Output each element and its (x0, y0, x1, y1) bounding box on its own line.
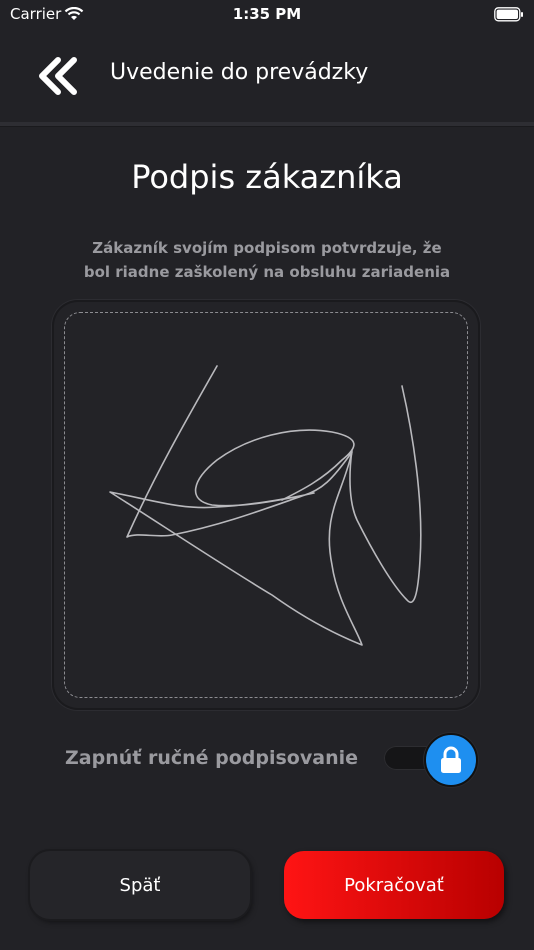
nav-bar: Uvedenie do prevádzky (0, 30, 534, 122)
lock-icon (441, 746, 461, 773)
status-bar: Carrier 1:35 PM (0, 0, 534, 30)
subtitle-line-2: bol riadne zaškolený na obsluhu zariaden… (83, 263, 451, 281)
battery-icon (494, 7, 524, 26)
manual-signing-label: Zapnúť ručné podpisovanie (65, 747, 358, 769)
double-chevron-left-icon (39, 57, 77, 95)
nav-divider (0, 122, 534, 127)
continue-button[interactable]: Pokračovať (284, 851, 504, 919)
back-button[interactable]: Späť (30, 851, 250, 919)
signature-drawing (109, 365, 422, 646)
manual-signing-toggle-knob[interactable] (424, 733, 478, 787)
clock: 1:35 PM (232, 5, 302, 23)
signature-pad[interactable] (52, 300, 480, 710)
back-nav-button[interactable] (38, 56, 80, 96)
page-subtitle: Zákazník svojím podpisom potvrdzuje, že … (80, 236, 454, 284)
page-title: Podpis zákazníka (131, 158, 403, 196)
nav-title: Uvedenie do prevádzky (110, 60, 369, 85)
subtitle-line-1: Zákazník svojím podpisom potvrdzuje, že (92, 239, 442, 257)
